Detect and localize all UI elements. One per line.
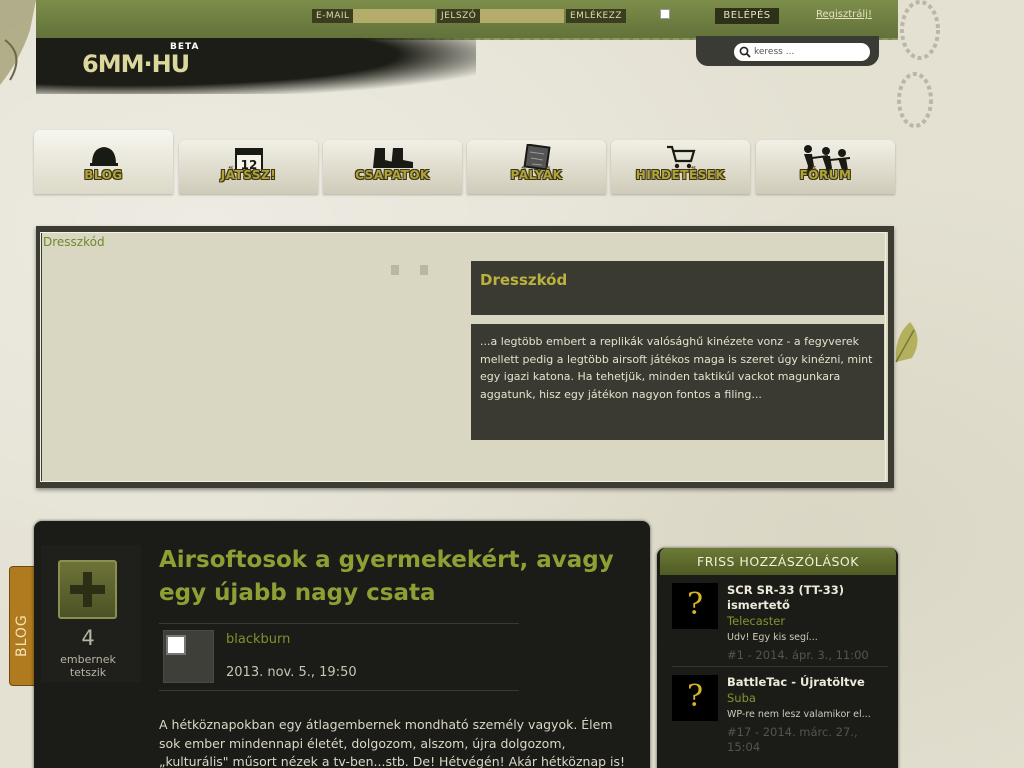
pin-decoration	[420, 265, 428, 275]
comment-post-title[interactable]: BattleTac - Újratöltve	[727, 675, 892, 690]
like-count: 4	[81, 626, 95, 650]
remember-label: EMLÉKEZZ	[566, 9, 627, 23]
nav-label: HIRDETÉSEK	[635, 168, 726, 182]
comment-snippet: WP-re nem lesz valamikor el...	[727, 709, 871, 720]
nav-label: PÁLYÁK	[510, 168, 563, 182]
featured-description: ...a legtöbb embert a replikák valósághű…	[480, 335, 873, 401]
nav-tab-forum[interactable]: FÓRUM	[756, 140, 895, 194]
nav-tab-blog[interactable]: BLOG	[34, 130, 173, 194]
blog-side-label: BLOG	[14, 614, 30, 657]
divider	[159, 690, 519, 691]
broken-image-icon	[166, 635, 186, 655]
blog-side-tab[interactable]: BLOG	[9, 566, 36, 686]
boots-icon	[372, 148, 413, 168]
article-body: A hétköznapokban egy átlagembernek mondh…	[159, 717, 626, 768]
author-link[interactable]: blackburn	[226, 632, 290, 647]
divider	[672, 666, 888, 667]
comment-snippet: Üdv! Egy kis segí...	[727, 632, 818, 643]
featured-image-link[interactable]: Dresszkód	[43, 235, 105, 249]
comment-thumbnail[interactable]: ?	[672, 583, 718, 629]
beta-badge: BETA	[170, 42, 200, 52]
nav-tab-ads[interactable]: HIRDETÉSEK	[611, 140, 750, 194]
site-logo[interactable]: 6MM·HU	[82, 50, 190, 78]
cart-icon	[666, 145, 695, 169]
post-date: 2013. nov. 5., 19:50	[226, 665, 357, 680]
comment-post-title[interactable]: SCR SR-33 (TT-33) ismertető	[727, 583, 892, 613]
remember-checkbox[interactable]	[660, 9, 670, 19]
leaf-decoration-icon	[895, 322, 918, 363]
nav-label: FÓRUM	[799, 168, 852, 182]
login-button[interactable]: BELÉPÉS	[715, 8, 779, 24]
pin-decoration	[391, 265, 399, 275]
search-icon[interactable]	[739, 46, 751, 58]
nav-tab-play[interactable]: 12 JÁTSSZ!	[179, 140, 318, 194]
plus-icon	[70, 572, 105, 607]
search-input[interactable]	[754, 44, 866, 60]
question-mark-icon: ?	[686, 679, 704, 714]
email-label: E-MAIL	[312, 9, 354, 23]
nav-label: JÁTSSZ!	[220, 168, 277, 182]
nav-label: BLOG	[84, 168, 123, 182]
register-link[interactable]: Regisztrálj!	[816, 9, 872, 20]
comment-meta: #1 - 2014. ápr. 3., 11:00	[727, 648, 869, 662]
map-icon	[522, 144, 551, 170]
comment-author[interactable]: Telecaster	[727, 614, 785, 628]
nav-label: CSAPATOK	[355, 168, 430, 182]
email-field[interactable]	[353, 9, 435, 23]
comment-meta: #17 - 2014. márc. 27., 15:04	[727, 725, 858, 754]
nav-tab-fields[interactable]: PÁLYÁK	[467, 140, 606, 194]
comment-author[interactable]: Suba	[727, 691, 756, 705]
recent-comments-title: FRISS HOZZÁSZÓLÁSOK	[697, 554, 859, 569]
featured-title[interactable]: Dresszkód	[480, 271, 567, 289]
nav-tab-teams[interactable]: CSAPATOK	[323, 140, 462, 194]
question-mark-icon: ?	[686, 587, 704, 622]
like-button[interactable]	[58, 560, 117, 619]
password-field[interactable]	[480, 9, 564, 23]
comment-thumbnail[interactable]: ?	[672, 675, 718, 721]
divider	[159, 623, 519, 624]
password-label: JELSZÓ	[437, 9, 481, 23]
like-label: embernek tetszik	[60, 653, 116, 679]
helmet-icon	[89, 147, 118, 166]
article-title[interactable]: Airsoftosok a gyermekekért, avagy egy új…	[159, 544, 629, 610]
bootprint-icon	[897, 0, 940, 128]
